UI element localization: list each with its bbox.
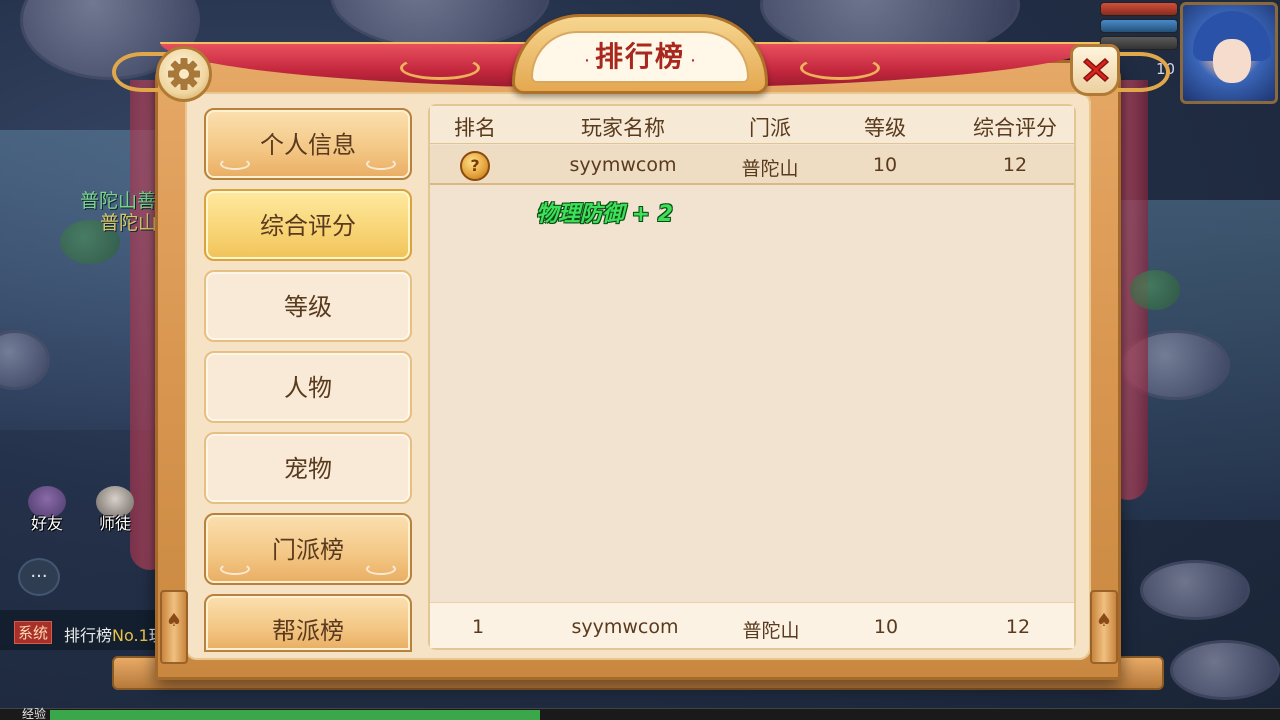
exp-bar bbox=[0, 708, 1280, 720]
master-label: 师徒 bbox=[98, 514, 131, 533]
tab-label: 人物 bbox=[284, 374, 332, 402]
title-plate: · 排行榜 · bbox=[512, 14, 768, 94]
tab-label: 门派榜 bbox=[272, 536, 344, 564]
stat-popup-text: 物理防御 + 2 bbox=[536, 202, 674, 227]
medal-icon: ? bbox=[460, 151, 490, 181]
cloud-ornament-icon bbox=[220, 158, 250, 170]
pillar-ornament-icon: ♠ bbox=[165, 610, 183, 631]
title-dot-right: · bbox=[690, 50, 696, 72]
row-school: 普陀山 bbox=[741, 158, 799, 180]
header-score: 综合评分 bbox=[973, 116, 1057, 140]
exp-label: 经验 bbox=[22, 707, 47, 720]
tab-label: 帮派榜 bbox=[272, 617, 344, 645]
tab-label: 宠物 bbox=[284, 455, 332, 483]
master-button[interactable]: 师徒 bbox=[90, 486, 140, 533]
chat-message-highlight: No.1 bbox=[112, 626, 149, 645]
lotus-leaf bbox=[1130, 270, 1180, 310]
mp-bar bbox=[1100, 19, 1178, 33]
close-button[interactable] bbox=[1070, 44, 1120, 96]
chat-icon[interactable]: ··· bbox=[18, 558, 60, 596]
my-school: 普陀山 bbox=[742, 620, 800, 642]
pillar-ornament-icon: ♠ bbox=[1095, 610, 1113, 631]
cloud-ornament-icon bbox=[366, 158, 396, 170]
tab-character[interactable]: 人物 bbox=[204, 351, 412, 423]
header-level: 等级 bbox=[864, 116, 906, 140]
tab-personal-info[interactable]: 个人信息 bbox=[204, 108, 412, 180]
cloud-ornament-icon bbox=[366, 563, 396, 575]
friends-label: 好友 bbox=[30, 514, 63, 533]
title-inner: · 排行榜 · bbox=[531, 31, 749, 83]
my-rank: 1 bbox=[471, 616, 485, 638]
tab-label: 综合评分 bbox=[260, 212, 356, 240]
title-dot-left: · bbox=[584, 50, 590, 72]
header-name: 玩家名称 bbox=[581, 116, 665, 140]
gear-icon bbox=[168, 58, 200, 90]
header-rank: 排名 bbox=[454, 116, 496, 140]
ribbon-swirl bbox=[800, 56, 880, 80]
my-name: syymwcom bbox=[571, 616, 679, 638]
close-icon bbox=[1082, 57, 1110, 83]
cloud-ornament-icon bbox=[220, 563, 250, 575]
stone-platform bbox=[1140, 560, 1250, 620]
row-level: 10 bbox=[872, 154, 898, 176]
exp-fill bbox=[50, 710, 540, 720]
my-level: 10 bbox=[873, 616, 899, 638]
my-score: 12 bbox=[1005, 616, 1031, 638]
ribbon-swirl bbox=[400, 56, 480, 80]
row-score: 12 bbox=[1002, 154, 1028, 176]
header-school: 门派 bbox=[749, 116, 791, 140]
tab-level[interactable]: 等级 bbox=[204, 270, 412, 342]
row-player-name: syymwcom bbox=[569, 154, 677, 176]
tab-overall-score[interactable]: 综合评分 bbox=[204, 189, 412, 261]
ranking-table bbox=[428, 104, 1076, 650]
friends-button[interactable]: 好友 bbox=[22, 486, 72, 533]
tab-school-ranking[interactable]: 门派榜 bbox=[204, 513, 412, 585]
settings-button[interactable] bbox=[156, 46, 212, 102]
tab-pet[interactable]: 宠物 bbox=[204, 432, 412, 504]
panel-title: 排行榜 bbox=[594, 40, 685, 73]
tab-guild-ranking[interactable]: 帮派榜 bbox=[204, 594, 412, 652]
npc-title-label: 普陀山 bbox=[100, 212, 158, 234]
hp-bar bbox=[1100, 2, 1178, 16]
player-portrait[interactable] bbox=[1180, 2, 1278, 104]
portrait-face bbox=[1213, 39, 1251, 83]
tab-label: 等级 bbox=[284, 293, 332, 321]
chat-message-prefix: 排行榜 bbox=[64, 626, 113, 645]
tab-label: 个人信息 bbox=[260, 131, 356, 159]
stone-platform bbox=[1170, 640, 1280, 700]
chat-message: 排行榜No.1玩 bbox=[64, 622, 165, 646]
chat-channel-tag: 系统 bbox=[14, 621, 53, 644]
